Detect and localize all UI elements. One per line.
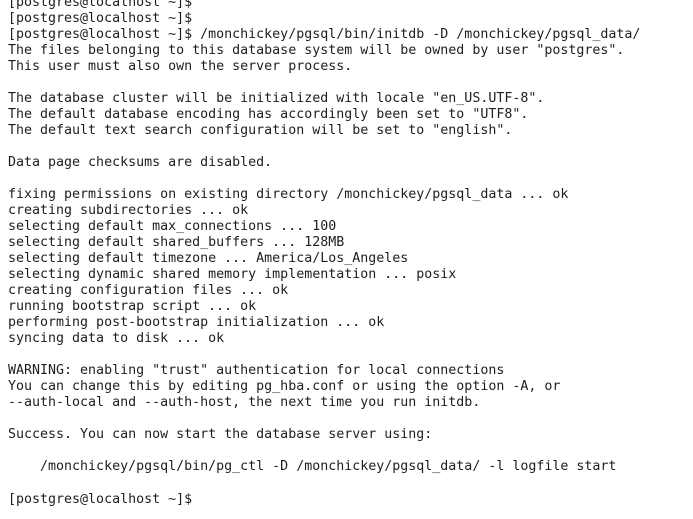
cursor — [192, 491, 200, 505]
output-line: selecting default shared_buffers ... 128… — [8, 235, 345, 250]
output-line: performing post-bootstrap initialization… — [8, 315, 385, 330]
current-prompt: [postgres@localhost ~]$ — [8, 492, 193, 507]
prompt-line[interactable]: [postgres@localhost ~]$ — [8, 491, 693, 507]
output-line: The default database encoding has accord… — [8, 107, 529, 122]
start-command-line: /monchickey/pgsql/bin/pg_ctl -D /monchic… — [8, 459, 617, 474]
output-line: selecting default max_connections ... 10… — [8, 219, 337, 234]
output-line: syncing data to disk ... ok — [8, 331, 225, 346]
terminal-window[interactable]: [postgres@localhost ~]$ [postgres@localh… — [0, 0, 693, 519]
output-line: creating subdirectories ... ok — [8, 203, 249, 218]
success-line: Success. You can now start the database … — [8, 427, 433, 442]
output-line: fixing permissions on existing directory… — [8, 187, 569, 202]
output-line: running bootstrap script ... ok — [8, 299, 257, 314]
output-line: The files belonging to this database sys… — [8, 43, 625, 58]
output-line: The default text search configuration wi… — [8, 123, 513, 138]
prompt-line: [postgres@localhost ~]$ — [8, 0, 193, 10]
output-line: selecting dynamic shared memory implemen… — [8, 267, 457, 282]
terminal-output: [postgres@localhost ~]$ [postgres@localh… — [8, 0, 693, 507]
command-line: [postgres@localhost ~]$ /monchickey/pgsq… — [8, 27, 641, 42]
output-line: selecting default timezone ... America/L… — [8, 251, 409, 266]
prompt-line: [postgres@localhost ~]$ — [8, 11, 193, 26]
output-line: The database cluster will be initialized… — [8, 91, 545, 106]
output-line: You can change this by editing pg_hba.co… — [8, 379, 561, 394]
output-line: This user must also own the server proce… — [8, 59, 353, 74]
output-line: Data page checksums are disabled. — [8, 155, 273, 170]
output-line: creating configuration files ... ok — [8, 283, 289, 298]
warning-line: WARNING: enabling "trust" authentication… — [8, 363, 505, 378]
output-line: --auth-local and --auth-host, the next t… — [8, 395, 481, 410]
